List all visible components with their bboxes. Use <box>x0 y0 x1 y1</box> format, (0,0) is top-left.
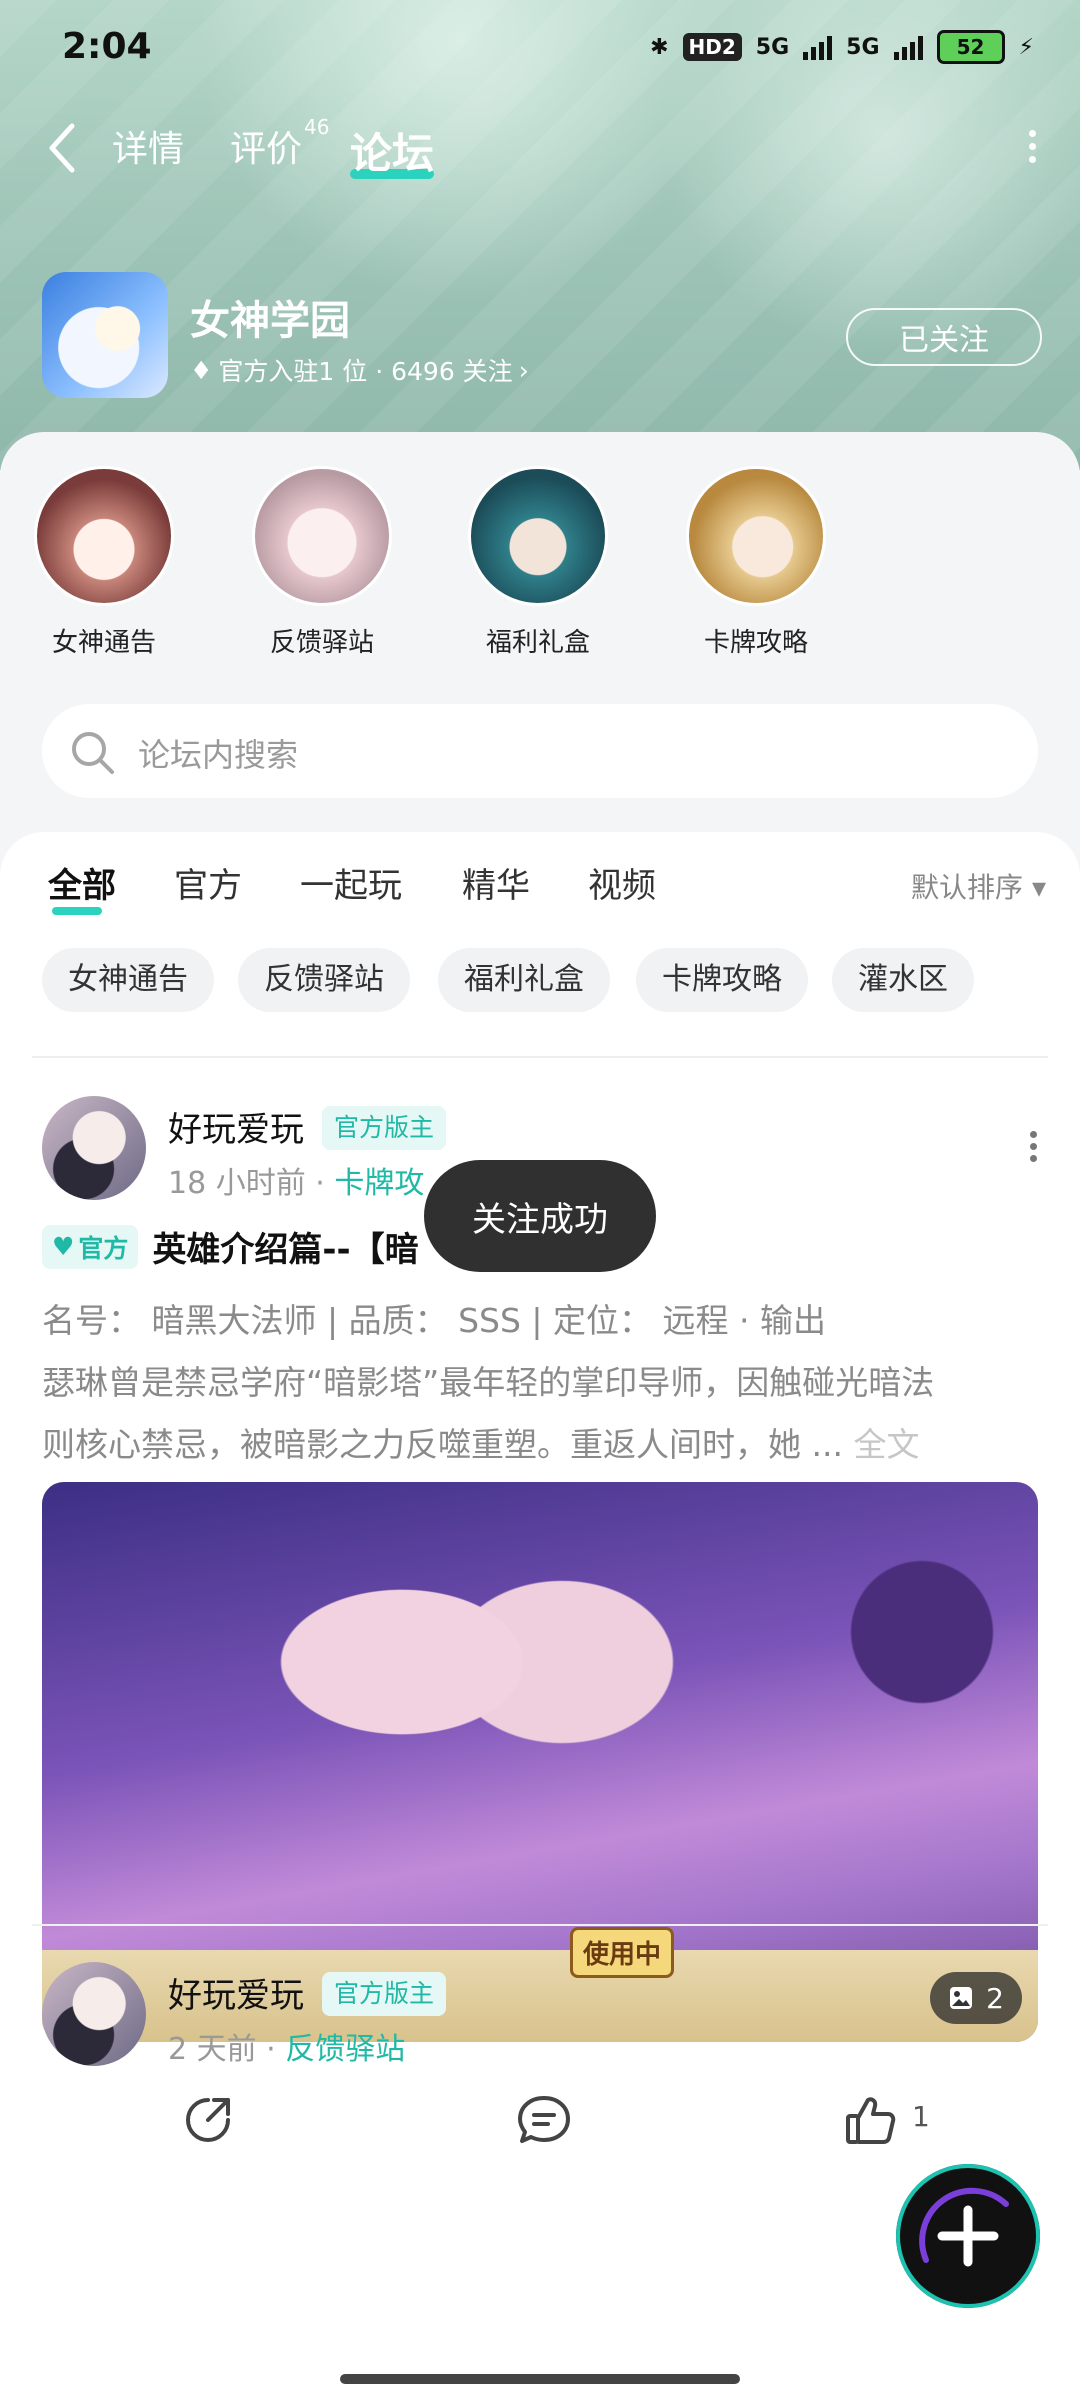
more-icon[interactable] <box>1024 124 1040 174</box>
post-category[interactable]: 卡牌攻 <box>334 1166 424 1201</box>
app-info: 女神学园 ♦ 官方入驻1 位 · 6496 关注 › 已关注 <box>42 272 1042 402</box>
charging-icon: ⚡ <box>1018 34 1034 60</box>
battery-icon: 52 <box>936 30 1005 64</box>
app-icon[interactable] <box>42 272 168 398</box>
search-icon <box>72 732 114 774</box>
board-avatar <box>252 466 392 606</box>
home-indicator[interactable] <box>340 2374 740 2384</box>
image-count: 2 <box>986 1981 1004 2015</box>
official-tag: ♥ 官方 <box>42 1224 139 1269</box>
board-avatar <box>468 466 608 606</box>
tab-details[interactable]: 详情 <box>112 120 184 172</box>
post-author[interactable]: 好玩爱玩 <box>168 1968 304 2017</box>
app-meta[interactable]: ♦ 官方入驻1 位 · 6496 关注 › <box>190 352 529 388</box>
moderator-badge: 官方版主 <box>322 1106 447 1150</box>
post-meta: 18 小时前 · 卡牌攻 <box>168 1166 425 1201</box>
heart-diamond-icon: ♥ <box>52 1232 75 1261</box>
divider <box>32 1924 1048 1926</box>
board-circle[interactable]: 卡牌攻略 <box>676 466 836 659</box>
divider <box>32 1056 1048 1058</box>
board-avatar <box>34 466 174 606</box>
board-circle[interactable]: 女神通告 <box>24 466 184 659</box>
board-circle[interactable]: 福利礼盒 <box>458 466 618 659</box>
feed-tab-all[interactable]: 全部 <box>48 858 116 915</box>
post-time: 18 小时前 <box>168 1166 306 1201</box>
caret-down-icon: ▾ <box>1031 871 1046 904</box>
feed-tab-official[interactable]: 官方 <box>174 858 242 907</box>
diamond-icon: ♦ <box>190 355 213 385</box>
board-label: 福利礼盒 <box>485 628 590 658</box>
official-tag-label: 官方 <box>78 1233 129 1263</box>
board-circles: 女神通告 反馈驿站 福利礼盒 卡牌攻略 <box>0 466 1080 666</box>
chip[interactable]: 卡牌攻略 <box>636 948 808 1012</box>
chip[interactable]: 福利礼盒 <box>438 948 610 1012</box>
share-icon[interactable] <box>180 2092 236 2148</box>
board-label: 女神通告 <box>51 628 156 658</box>
chip[interactable]: 反馈驿站 <box>238 948 410 1012</box>
top-nav: 详情 评价46 论坛 <box>0 110 1080 190</box>
post-body[interactable]: 名号： 暗黑大法师 | 品质： SSS | 定位： 远程 · 输出 瑟琳曾是禁忌… <box>42 1290 1042 1476</box>
app-name: 女神学园 <box>190 298 350 344</box>
bluetooth-icon: ✱ <box>650 34 669 60</box>
feed-tab-together[interactable]: 一起玩 <box>300 858 402 907</box>
app-meta-text: 官方入驻1 位 · 6496 关注 <box>218 357 513 386</box>
avatar[interactable] <box>42 1962 146 2066</box>
tab-reviews[interactable]: 评价46 <box>230 115 329 172</box>
hd-badge: HD2 <box>682 33 742 61</box>
post-title-text: 英雄介绍篇--【暗 <box>152 1230 419 1270</box>
post-more-icon[interactable] <box>1028 1126 1038 1167</box>
comment-icon[interactable] <box>514 2092 574 2148</box>
board-avatar <box>686 466 826 606</box>
image-icon <box>950 1987 973 2009</box>
chevron-right-icon: › <box>518 355 529 385</box>
network-label: 5G <box>755 34 790 60</box>
status-bar: 2:04 ✱ HD2 5G 5G 52 ⚡ <box>0 18 1080 78</box>
image-count-badge: 2 <box>930 1972 1022 2024</box>
sort-dropdown[interactable]: 默认排序 ▾ <box>911 866 1046 906</box>
feed-tab-featured[interactable]: 精华 <box>462 858 530 907</box>
post-image[interactable]: 使用中 2 <box>42 1482 1038 2042</box>
forum-panel: 女神通告 反馈驿站 福利礼盒 卡牌攻略 论坛内搜索 全部 官方 一起玩 精华 视… <box>0 432 1080 2400</box>
board-circle[interactable]: 反馈驿站 <box>242 466 402 659</box>
tab-reviews-label: 评价 <box>230 129 303 170</box>
toast-message: 关注成功 <box>424 1160 656 1272</box>
chip[interactable]: 灌水区 <box>832 948 974 1012</box>
battery-level: 52 <box>956 35 985 59</box>
moderator-badge: 官方版主 <box>322 1972 447 2016</box>
board-label: 反馈驿站 <box>269 628 374 658</box>
post-time: 2 天前 <box>168 2032 257 2067</box>
feed-tab-video[interactable]: 视频 <box>588 858 656 907</box>
post-author[interactable]: 好玩爱玩 <box>168 1102 304 1151</box>
reviews-count: 46 <box>304 115 330 139</box>
search-bar[interactable]: 论坛内搜索 <box>42 704 1038 798</box>
signal-icon-2 <box>893 34 923 60</box>
create-post-button[interactable] <box>896 2164 1040 2308</box>
post-body-line: 则核心禁忌，被暗影之力反噬重塑。重返人间时，她 ... <box>42 1425 854 1464</box>
plus-icon <box>919 2187 1009 2267</box>
post-category[interactable]: 反馈驿站 <box>285 2032 405 2067</box>
follow-button[interactable]: 已关注 <box>846 308 1042 366</box>
post-actions: 1 <box>0 2086 1080 2156</box>
post-body-line: 瑟琳曾是禁忌学府“暗影塔”最年轻的掌印导师，因触碰光暗法 <box>42 1363 935 1402</box>
full-text-link[interactable]: 全文 <box>853 1425 919 1464</box>
post-title[interactable]: ♥ 官方 英雄介绍篇--【暗 <box>42 1222 419 1271</box>
back-icon[interactable] <box>42 120 82 176</box>
chip[interactable]: 女神通告 <box>42 948 214 1012</box>
like-count: 1 <box>912 2100 930 2133</box>
sort-label: 默认排序 <box>911 871 1024 904</box>
tab-forum[interactable]: 论坛 <box>350 120 435 181</box>
in-use-label: 使用中 <box>570 1927 675 1978</box>
board-label: 卡牌攻略 <box>703 628 808 658</box>
avatar[interactable] <box>42 1096 146 1200</box>
like-icon[interactable] <box>842 2092 898 2148</box>
post-meta: 2 天前 · 反馈驿站 <box>168 2032 406 2067</box>
search-placeholder: 论坛内搜索 <box>138 736 299 774</box>
post-body-line: 名号： 暗黑大法师 | 品质： SSS | 定位： 远程 · 输出 <box>42 1301 826 1340</box>
network-label-2: 5G <box>846 34 880 60</box>
status-time: 2:04 <box>62 26 152 67</box>
signal-icon <box>803 34 833 60</box>
